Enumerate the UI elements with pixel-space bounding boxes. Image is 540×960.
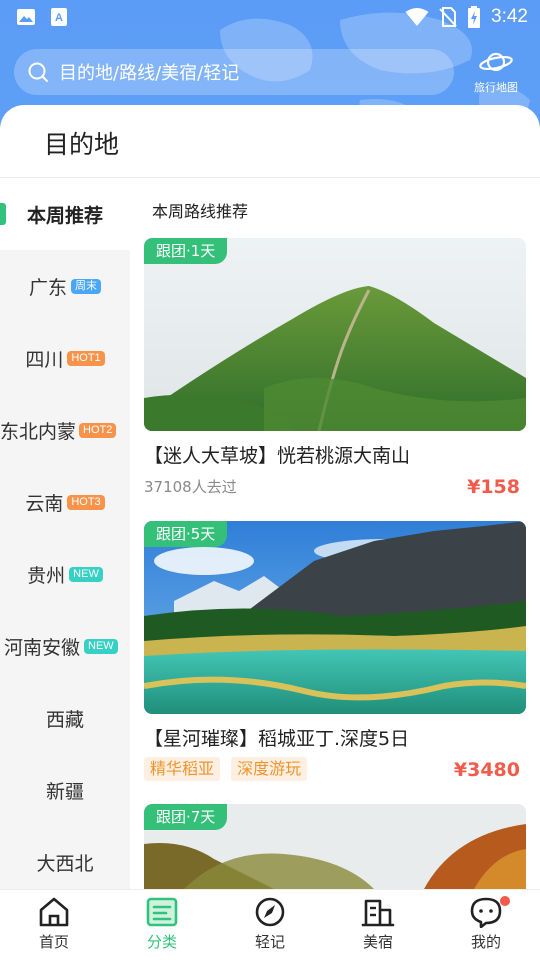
sidebar-item-guizhou[interactable]: 贵州 NEW: [0, 538, 130, 610]
sidebar-item-label: 云南: [25, 492, 64, 515]
visit-count: 37108人去过: [144, 478, 237, 496]
snow-mountain-lake-photo: [144, 521, 526, 714]
section-title: 本周路线推荐: [152, 202, 249, 221]
svg-text:A: A: [55, 12, 63, 24]
nav-mine[interactable]: 我的: [446, 896, 526, 952]
search-placeholder: 目的地/路线/美宿/轻记: [59, 63, 240, 84]
new-tag: NEW: [69, 566, 103, 582]
home-icon: [39, 897, 69, 927]
feature-tag: 深度游玩: [231, 757, 308, 781]
nav-label: 分类: [146, 933, 177, 951]
app-notification-icon: A: [51, 8, 67, 26]
route-card[interactable]: 跟团·1天 【迷人大草坡】恍若桃源大南山 37108人去过 ¥158: [144, 238, 526, 500]
sidebar-item-henan-anhui[interactable]: 河南安徽 NEW: [0, 610, 130, 682]
sidebar-item-label: 新疆: [45, 780, 84, 803]
travel-map-label: 旅行地图: [474, 81, 518, 94]
wifi-icon: [405, 8, 429, 26]
content-sheet: 目的地 本周推荐 广东 周末 四川 HOT1 东北内蒙 HOT2 云南 HOT3…: [0, 105, 540, 889]
sidebar-item-label: 河南安徽: [4, 636, 81, 659]
bottom-navigation: 首页 分类 轻记 美宿 我的: [0, 889, 540, 960]
active-indicator: [0, 203, 6, 225]
sidebar-item-label: 大西北: [36, 852, 94, 875]
nav-category[interactable]: 分类: [122, 896, 202, 952]
weekend-tag: 周末: [71, 278, 101, 294]
planet-icon: [479, 52, 513, 72]
status-time: 3:42: [491, 6, 528, 27]
search-icon: [28, 62, 48, 82]
new-tag: NEW: [84, 638, 118, 654]
search-bar[interactable]: 目的地/路线/美宿/轻记: [14, 49, 454, 95]
route-image: 跟团·5天: [144, 521, 526, 714]
sidebar-item-yunnan[interactable]: 云南 HOT3: [0, 466, 130, 538]
sidebar-item-label: 西藏: [45, 708, 84, 731]
notification-dot: [500, 896, 510, 906]
nav-label: 首页: [38, 933, 69, 951]
nav-label: 轻记: [254, 933, 285, 951]
sidebar-item-label: 贵州: [27, 564, 66, 587]
no-sim-icon: [439, 7, 457, 27]
building-icon: [361, 899, 395, 927]
price: ¥3480: [453, 759, 520, 781]
feature-tag: 精华稻亚: [144, 757, 221, 781]
nav-label: 美宿: [362, 933, 393, 951]
sidebar-item-label: 东北内蒙: [0, 420, 77, 443]
sidebar-item-sichuan[interactable]: 四川 HOT1: [0, 322, 130, 394]
route-image: 跟团·1天: [144, 238, 526, 431]
price: ¥158: [467, 476, 520, 498]
hot-tag: HOT1: [67, 350, 105, 366]
tour-badge: 跟团·7天: [144, 804, 228, 830]
route-card[interactable]: 跟团·7天: [144, 804, 526, 889]
nav-home[interactable]: 首页: [14, 896, 94, 952]
status-bar: A 3:42: [0, 0, 540, 36]
sidebar-item-guangdong[interactable]: 广东 周末: [0, 250, 130, 322]
hot-tag: HOT2: [79, 422, 117, 438]
nav-label: 我的: [470, 933, 501, 951]
mountain-grass-photo: [144, 238, 526, 431]
gallery-icon: [17, 9, 35, 25]
page-title: 目的地: [44, 130, 120, 159]
nav-homestay[interactable]: 美宿: [338, 896, 418, 952]
sidebar-item-weekly-recommend[interactable]: 本周推荐: [0, 178, 130, 250]
route-card[interactable]: 跟团·5天 【星河璀璨】稻城亚丁.深度5日 精华稻亚 深度游玩 ¥3480: [144, 521, 526, 783]
sidebar-item-label: 广东: [28, 276, 67, 299]
chat-face-icon: [470, 897, 502, 928]
sidebar-item-northwest[interactable]: 大西北: [0, 826, 130, 889]
category-icon: [146, 897, 178, 927]
sidebar-item-tibet[interactable]: 西藏: [0, 682, 130, 754]
tour-badge: 跟团·1天: [144, 238, 228, 264]
card-meta: 37108人去过 ¥158: [144, 474, 526, 500]
hot-tag: HOT3: [67, 494, 105, 510]
nav-notes[interactable]: 轻记: [230, 896, 310, 952]
sidebar-item-xinjiang[interactable]: 新疆: [0, 754, 130, 826]
card-meta: 精华稻亚 深度游玩 ¥3480: [144, 757, 526, 783]
sidebar-item-label: 四川: [25, 348, 64, 371]
category-sidebar: 本周推荐 广东 周末 四川 HOT1 东北内蒙 HOT2 云南 HOT3 贵州 …: [0, 178, 130, 889]
travel-map-button[interactable]: 旅行地图: [470, 50, 522, 95]
battery-charging-icon: [468, 6, 481, 28]
tour-badge: 跟团·5天: [144, 521, 228, 547]
card-title: 【迷人大草坡】恍若桃源大南山: [144, 445, 411, 467]
route-image: 跟团·7天: [144, 804, 526, 889]
sidebar-item-dongbei[interactable]: 东北内蒙 HOT2: [0, 394, 130, 466]
compass-pen-icon: [255, 897, 285, 927]
sidebar-item-label: 本周推荐: [26, 204, 103, 227]
card-title: 【星河璀璨】稻城亚丁.深度5日: [144, 728, 410, 750]
